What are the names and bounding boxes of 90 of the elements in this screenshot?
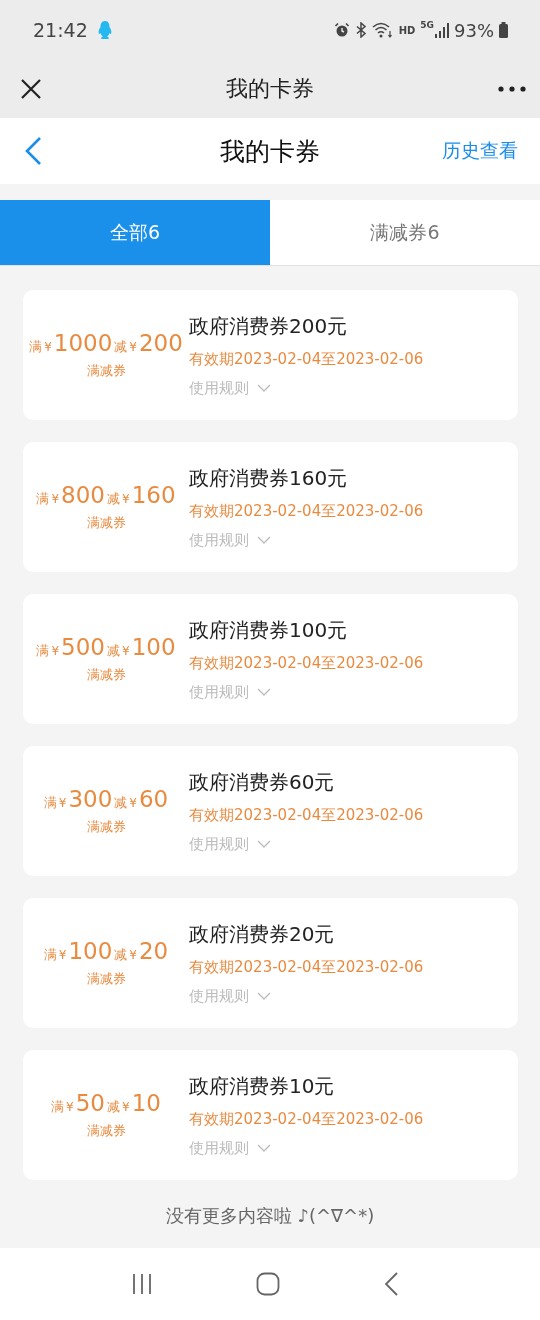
coupon-type: 满减券 [86,666,126,684]
history-link[interactable]: 历史查看 [442,138,518,164]
back-icon[interactable] [382,1271,399,1297]
chevron-down-icon[interactable] [257,536,271,544]
currency-sign: ¥ [129,796,137,810]
currency-sign: ¥ [51,644,60,658]
cut-label: 减 [114,338,128,356]
discount-amount: 10 [131,1090,161,1116]
discount-amount: 160 [131,482,176,508]
validity-period: 有效期2023-02-04至2023-02-06 [189,653,424,673]
end-of-list-text: 没有更多内容啦 ♪(^∇^*) [165,1204,375,1228]
cut-label: 减 [107,490,120,508]
coupon-card[interactable]: 满¥100 减¥20 满减券 政府消费券20元 有效期2023-02-04至2023-02-06 使用规则 [23,898,518,1028]
chevron-down-icon[interactable] [257,688,271,696]
min-label: 满 [36,642,50,660]
chevron-down-icon[interactable] [257,1144,271,1152]
rules-link[interactable]: 使用规则 [189,378,249,398]
coupon-type: 满减券 [86,514,126,532]
battery-icon [499,22,508,38]
coupon-title: 政府消费券160元 [189,464,349,492]
validity-period: 有效期2023-02-04至2023-02-06 [189,957,424,977]
currency-sign: ¥ [51,492,60,506]
rules-link[interactable]: 使用规则 [189,834,249,854]
coupon-type: 满减券 [86,1122,126,1140]
threshold-amount: 50 [75,1090,105,1116]
discount-amount: 100 [131,634,176,660]
currency-sign: ¥ [122,644,130,658]
network-label: 5G [420,20,434,30]
min-label: 满 [43,946,57,964]
wifi-icon [371,22,394,38]
currency-sign: ¥ [122,492,130,506]
currency-sign: ¥ [58,796,67,810]
min-label: 满 [29,338,43,356]
currency-sign: ¥ [122,1100,130,1114]
coupon-type: 满减券 [86,362,126,380]
threshold-amount: 100 [68,938,113,964]
currency-sign: ¥ [44,340,52,354]
bluetooth-icon [354,22,367,38]
cut-label: 减 [114,946,128,964]
currency-sign: ¥ [58,948,67,962]
chevron-down-icon[interactable] [257,384,271,392]
battery-percent: 93% [454,19,494,41]
coupon-type: 满减券 [86,818,126,836]
home-icon[interactable] [256,1272,280,1296]
back-icon[interactable] [24,136,42,166]
discount-amount: 200 [138,330,183,356]
hd-label: HD [398,24,416,36]
min-label: 满 [43,794,57,812]
coupon-card[interactable]: 满¥300 减¥60 满减券 政府消费券60元 有效期2023-02-04至2023-02-06 使用规则 [23,746,518,876]
close-icon[interactable] [20,78,42,100]
page-title: 我的卡券 [226,75,314,103]
status-time: 21:42 [33,19,88,41]
discount-amount: 60 [138,786,169,812]
header-title: 我的卡券 [220,135,320,168]
currency-sign: ¥ [129,948,137,962]
penguin-icon [96,20,113,40]
min-label: 满 [51,1098,65,1116]
coupon-title: 政府消费券10元 [189,1072,336,1100]
currency-sign: ¥ [66,1100,74,1114]
threshold-amount: 500 [61,634,105,660]
rules-link[interactable]: 使用规则 [189,530,249,550]
currency-sign: ¥ [129,340,137,354]
threshold-amount: 1000 [53,330,113,356]
coupon-title: 政府消费券20元 [189,920,336,948]
signal-icon [435,22,449,38]
coupon-title: 政府消费券200元 [189,312,349,340]
cut-label: 减 [107,1098,120,1116]
threshold-amount: 800 [61,482,105,508]
alarm-icon [333,22,350,38]
threshold-amount: 300 [68,786,113,812]
coupon-type: 满减券 [86,970,126,988]
rules-link[interactable]: 使用规则 [189,1138,249,1158]
rules-link[interactable]: 使用规则 [189,986,249,1006]
discount-amount: 20 [138,938,169,964]
cut-label: 减 [107,642,120,660]
coupon-title: 政府消费券60元 [189,768,336,796]
coupon-title: 政府消费券100元 [189,616,349,644]
coupon-card[interactable]: 满¥50 减¥10 满减券 政府消费券10元 有效期2023-02-04至2023-02-06 使用规则 [23,1050,518,1180]
chevron-down-icon[interactable] [257,840,271,848]
recent-apps-icon[interactable] [131,1273,154,1295]
more-icon[interactable] [498,86,526,92]
validity-period: 有效期2023-02-04至2023-02-06 [189,349,424,369]
min-label: 满 [36,490,50,508]
validity-period: 有效期2023-02-04至2023-02-06 [189,805,424,825]
validity-period: 有效期2023-02-04至2023-02-06 [189,1109,424,1129]
cut-label: 减 [114,794,128,812]
chevron-down-icon[interactable] [257,992,271,1000]
rules-link[interactable]: 使用规则 [189,682,249,702]
tab[interactable]: 全部6 [0,200,270,265]
validity-period: 有效期2023-02-04至2023-02-06 [189,501,424,521]
